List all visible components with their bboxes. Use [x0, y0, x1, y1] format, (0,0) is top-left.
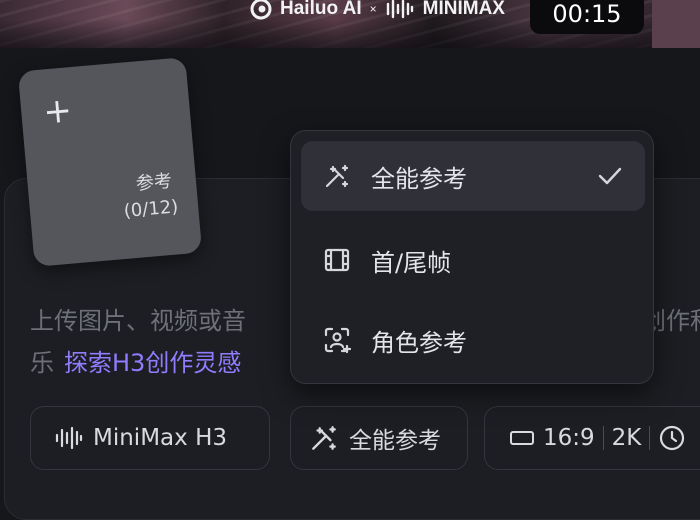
upload-count: (0/12) [122, 196, 180, 222]
reference-mode-button[interactable]: 全能参考 [290, 406, 468, 470]
brand-separator: × [369, 2, 377, 16]
character-scan-icon [324, 327, 351, 354]
model-selector-button[interactable]: MiniMax H3 [30, 406, 270, 470]
dropdown-item-label: 全能参考 [371, 164, 467, 193]
reference-mode-label: 全能参考 [349, 428, 441, 454]
output-settings-button[interactable]: 16:9 2K [484, 406, 700, 470]
dropdown-item-character-reference[interactable]: 角色参考 [301, 305, 645, 375]
divider [602, 426, 604, 450]
magic-wand-icon [312, 426, 336, 450]
aspect-ratio-icon [510, 431, 534, 445]
model-label: MiniMax H3 [93, 425, 227, 451]
upload-reference-card[interactable]: + 参考 (0/12) [17, 57, 203, 267]
aspect-ratio-value: 16:9 [543, 425, 595, 451]
prompt-placeholder-line1: 上传图片、视频或音 [30, 307, 246, 335]
plus-icon: + [41, 90, 74, 133]
waveform-icon [55, 426, 83, 450]
magic-wand-icon [325, 164, 349, 188]
clock-icon [660, 425, 685, 451]
upload-label: 参考 [135, 170, 173, 195]
brand-watermark: Hailuo AI × MINIMAX [250, 0, 505, 20]
next-thumbnail[interactable] [652, 0, 700, 48]
brand-right-text: MINIMAX [422, 0, 505, 19]
dropdown-item-first-last-frame[interactable]: 首/尾帧 [301, 225, 645, 295]
divider [649, 426, 651, 450]
film-frame-icon [324, 248, 350, 272]
brand-left-text: Hailuo AI [280, 0, 362, 19]
explore-inspiration-link[interactable]: 探索H3创作灵感 [64, 349, 241, 377]
minimax-logo-icon [386, 0, 413, 19]
reference-mode-dropdown: 全能参考 首/尾帧 角色参考 [290, 130, 654, 384]
hailuo-logo-icon [250, 0, 272, 20]
checkmark-icon [598, 167, 622, 185]
resolution-value: 2K [611, 425, 642, 451]
dropdown-item-label: 角色参考 [371, 328, 467, 357]
dropdown-item-label: 首/尾帧 [371, 248, 452, 277]
prompt-placeholder-prefix: 乐 [30, 349, 54, 377]
dropdown-item-all-reference[interactable]: 全能参考 [301, 141, 645, 211]
video-duration-badge: 00:15 [530, 0, 644, 34]
